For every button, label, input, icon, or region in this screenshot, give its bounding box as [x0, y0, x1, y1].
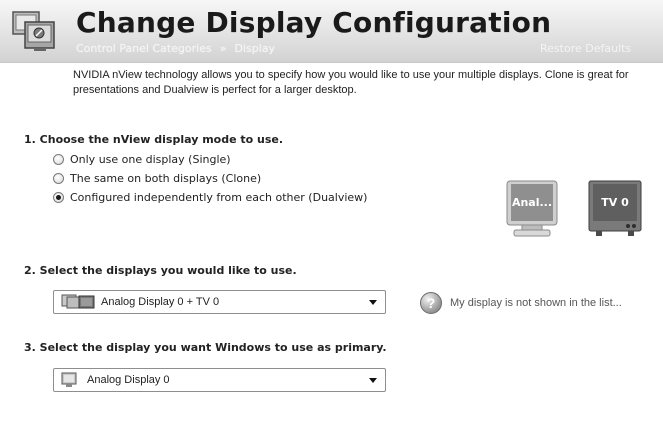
display-not-shown-text: My display is not shown in the list... — [450, 297, 622, 309]
restore-defaults-link[interactable]: Restore Defaults — [540, 42, 631, 55]
radio-button[interactable] — [53, 154, 64, 165]
primary-display-dropdown-value: Analog Display 0 — [87, 374, 170, 386]
displays-dropdown[interactable]: Analog Display 0 + TV 0 — [53, 290, 386, 314]
page-title: Change Display Configuration — [76, 6, 552, 39]
breadcrumb-item-control-panel-categories[interactable]: Control Panel Categories — [76, 42, 212, 55]
radio-button[interactable] — [53, 173, 64, 184]
display-settings-icon — [12, 9, 56, 53]
help-icon: ? — [420, 292, 442, 314]
radio-label: The same on both displays (Clone) — [70, 172, 262, 185]
dual-monitor-icon — [61, 294, 95, 310]
step3-heading: 3. Select the display you want Windows t… — [24, 341, 387, 354]
displays-dropdown-value: Analog Display 0 + TV 0 — [101, 296, 220, 308]
display-not-shown-link[interactable]: ? My display is not shown in the list... — [420, 292, 622, 314]
step1-heading: 1. Choose the nView display mode to use. — [24, 133, 284, 146]
primary-display-dropdown[interactable]: Analog Display 0 — [53, 368, 386, 392]
chevron-down-icon — [369, 299, 377, 305]
page-description: NVIDIA nView technology allows you to sp… — [73, 69, 629, 96]
monitor-icon — [61, 372, 81, 388]
chevron-down-icon — [369, 377, 377, 383]
breadcrumb-separator: » — [219, 42, 227, 55]
radio-option-dualview[interactable]: Configured independently from each other… — [53, 189, 367, 206]
radio-option-single[interactable]: Only use one display (Single) — [53, 151, 231, 168]
radio-label: Configured independently from each other… — [70, 191, 368, 204]
tv-display-label: TV 0 — [593, 184, 637, 221]
radio-option-clone[interactable]: The same on both displays (Clone) — [53, 170, 261, 187]
step2-heading: 2. Select the displays you would like to… — [24, 264, 297, 277]
analog-display-label: Anal... — [511, 184, 553, 221]
breadcrumb-item-display[interactable]: Display — [234, 42, 275, 55]
breadcrumb: Control Panel Categories » Display — [76, 42, 275, 55]
analog-display-preview[interactable]: Anal... — [506, 180, 558, 238]
tv-display-preview[interactable]: TV 0 — [588, 180, 642, 238]
radio-label: Only use one display (Single) — [70, 153, 231, 166]
radio-button-selected[interactable] — [53, 192, 64, 203]
